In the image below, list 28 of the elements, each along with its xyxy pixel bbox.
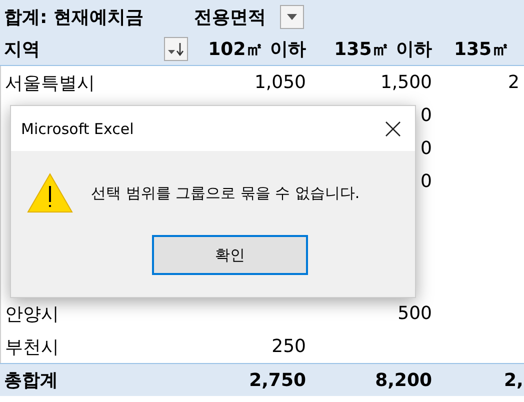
- value-field-label: 합계: 현재예치금: [0, 0, 190, 33]
- column-header: 135㎡: [436, 33, 524, 66]
- total-cell: 2,750: [190, 363, 310, 396]
- value-text: 0: [420, 138, 432, 159]
- sort-icon: [167, 42, 185, 56]
- value-text: 1,500: [380, 72, 432, 93]
- caret-icon: [287, 14, 297, 20]
- row-field-label: 지역: [4, 38, 40, 61]
- filter-dropdown-button[interactable]: [280, 4, 304, 28]
- row-label: 서울특별시: [0, 66, 190, 99]
- sort-filter-button[interactable]: [164, 37, 188, 61]
- column-header: 102㎡ 이하: [190, 33, 310, 66]
- total-cell: 8,200: [310, 363, 436, 396]
- total-cell: 2,: [436, 363, 524, 396]
- warning-icon: [27, 173, 73, 213]
- column-field-label: 전용면적: [194, 6, 266, 28]
- value-text: 0: [420, 171, 432, 192]
- dialog-title: Microsoft Excel: [21, 120, 135, 138]
- ok-button[interactable]: 확인: [152, 235, 308, 275]
- dialog-message: 선택 범위를 그룹으로 묶을 수 없습니다.: [91, 184, 360, 202]
- value-text: 0: [420, 105, 432, 126]
- value-text: 2: [508, 72, 520, 93]
- close-icon[interactable]: [385, 120, 401, 136]
- value-text: 1,050: [254, 72, 306, 93]
- grand-total-label: 총합계: [0, 363, 190, 396]
- column-header: 135㎡ 이하: [310, 33, 436, 66]
- value-text: 500: [398, 303, 432, 324]
- value-text: 250: [272, 336, 306, 357]
